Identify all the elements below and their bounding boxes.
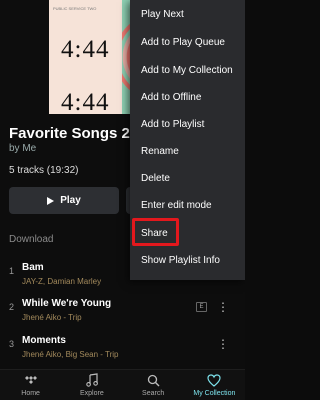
album-art-time-top: 4:44 bbox=[61, 36, 110, 63]
track-number: 1 bbox=[9, 266, 15, 276]
table-row[interactable]: 2 While We're Young Jhené Aiko - Trip E … bbox=[0, 296, 245, 332]
table-row[interactable]: 3 Moments Jhené Aiko, Big Sean - Trip ⋮ bbox=[0, 333, 245, 369]
playlist-screen: PUBLIC SERVICE TWO 4:44 4:44 Favorite So… bbox=[0, 0, 245, 400]
more-options-icon[interactable]: ⋮ bbox=[216, 298, 230, 316]
more-options-icon[interactable]: ⋮ bbox=[216, 335, 230, 353]
track-number: 3 bbox=[9, 339, 15, 349]
play-icon bbox=[47, 196, 55, 205]
album-art-time-bottom: 4:44 bbox=[61, 89, 110, 114]
nav-home-label: Home bbox=[21, 390, 40, 397]
nav-home[interactable]: Home bbox=[0, 370, 61, 400]
play-button-label: Play bbox=[60, 195, 81, 206]
search-icon bbox=[147, 373, 160, 387]
track-number: 2 bbox=[9, 302, 15, 312]
album-art-small-text: PUBLIC SERVICE TWO bbox=[53, 6, 97, 11]
menu-item-play-next[interactable]: Play Next bbox=[141, 9, 184, 20]
context-menu: Play Next Add to Play Queue Add to My Co… bbox=[130, 0, 245, 280]
menu-item-show-playlist-info[interactable]: Show Playlist Info bbox=[141, 255, 220, 266]
nav-search[interactable]: Search bbox=[123, 370, 184, 400]
menu-item-add-to-offline[interactable]: Add to Offline bbox=[141, 92, 201, 103]
track-title: Bam bbox=[22, 262, 44, 273]
menu-item-enter-edit-mode[interactable]: Enter edit mode bbox=[141, 200, 212, 211]
playlist-byline[interactable]: by Me bbox=[9, 143, 36, 154]
music-note-icon bbox=[86, 373, 98, 387]
track-title: Moments bbox=[22, 335, 66, 346]
nav-my-collection-label: My Collection bbox=[193, 390, 236, 397]
track-artist: JAY-Z, Damian Marley bbox=[22, 277, 102, 286]
menu-item-add-to-play-queue[interactable]: Add to Play Queue bbox=[141, 37, 225, 48]
menu-item-rename[interactable]: Rename bbox=[141, 146, 179, 157]
nav-search-label: Search bbox=[142, 390, 165, 397]
tidal-logo-icon bbox=[24, 373, 38, 387]
menu-item-add-to-playlist[interactable]: Add to Playlist bbox=[141, 119, 204, 130]
play-button[interactable]: Play bbox=[9, 187, 119, 214]
track-artist: Jhené Aiko - Trip bbox=[22, 313, 82, 322]
tracks-info: 5 tracks (19:32) bbox=[9, 165, 79, 176]
nav-explore[interactable]: Explore bbox=[61, 370, 122, 400]
menu-item-delete[interactable]: Delete bbox=[141, 173, 170, 184]
explicit-badge: E bbox=[196, 302, 207, 312]
track-artist: Jhené Aiko, Big Sean - Trip bbox=[22, 350, 119, 359]
share-highlight-box bbox=[132, 218, 179, 246]
menu-item-add-to-my-collection[interactable]: Add to My Collection bbox=[141, 65, 233, 76]
nav-explore-label: Explore bbox=[80, 390, 104, 397]
track-title: While We're Young bbox=[22, 298, 112, 309]
nav-my-collection[interactable]: My Collection bbox=[184, 370, 245, 400]
heart-icon bbox=[207, 373, 221, 387]
bottom-nav: Home Explore Search My Collection bbox=[0, 369, 245, 400]
download-label[interactable]: Download bbox=[9, 234, 53, 245]
